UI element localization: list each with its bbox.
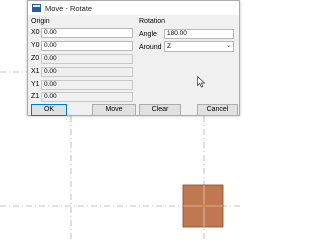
y0-label: Y0 bbox=[31, 42, 40, 49]
around-select[interactable]: Z ⌄ bbox=[164, 41, 234, 52]
z1-label: Z1 bbox=[31, 93, 40, 100]
y0-field[interactable]: 0.00 bbox=[41, 41, 133, 51]
dialog-titlebar[interactable]: Move - Rotate bbox=[28, 1, 239, 15]
z0-field[interactable]: 0.00 bbox=[41, 54, 133, 64]
move-button[interactable]: Move bbox=[92, 104, 136, 116]
move-rotate-dialog: Move - Rotate Origin Rotation X0 0.00 Y0… bbox=[27, 0, 240, 116]
x0-label: X0 bbox=[31, 29, 40, 36]
angle-label: Angle bbox=[139, 31, 157, 38]
around-label: Around bbox=[139, 44, 162, 51]
y1-field[interactable]: 0.00 bbox=[41, 80, 133, 90]
z0-label: Z0 bbox=[31, 55, 40, 62]
clear-button[interactable]: Clear bbox=[139, 104, 181, 116]
cancel-button[interactable]: Cancel bbox=[197, 104, 238, 116]
around-selected-value: Z bbox=[167, 43, 171, 50]
x1-label: X1 bbox=[31, 68, 40, 75]
dialog-title: Move - Rotate bbox=[45, 3, 93, 13]
x1-field[interactable]: 0.00 bbox=[41, 67, 133, 77]
angle-field[interactable]: 180.00 bbox=[164, 29, 234, 39]
rotation-heading: Rotation bbox=[139, 18, 166, 25]
z1-field[interactable]: 0.00 bbox=[41, 92, 133, 102]
chevron-down-icon: ⌄ bbox=[225, 43, 231, 49]
origin-heading: Origin bbox=[31, 18, 50, 25]
y1-label: Y1 bbox=[31, 81, 40, 88]
app-icon bbox=[32, 4, 41, 12]
x0-field[interactable]: 0.00 bbox=[41, 28, 133, 38]
square-center-point bbox=[202, 204, 206, 208]
mouse-cursor-icon bbox=[197, 76, 206, 88]
ok-button[interactable]: OK bbox=[31, 104, 67, 116]
